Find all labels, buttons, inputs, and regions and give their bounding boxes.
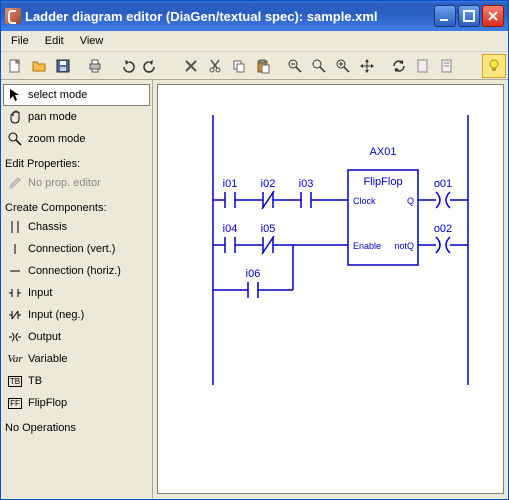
comp-conn-vert-label: Connection (vert.): [28, 243, 115, 255]
comp-conn-horiz-label: Connection (horiz.): [28, 265, 121, 277]
mode-pan[interactable]: pan mode: [3, 106, 150, 128]
o01-label: o01: [434, 178, 452, 190]
zoom-in-button[interactable]: [331, 54, 355, 78]
contact-i01: [215, 191, 245, 209]
no-operations-label: No Operations: [3, 414, 150, 436]
undo-button[interactable]: [115, 54, 139, 78]
comp-variable-label: Variable: [28, 353, 68, 365]
contact-i06: [238, 281, 268, 299]
pencil-icon: [8, 176, 22, 190]
tb-icon: TB: [8, 376, 22, 387]
open-button[interactable]: [27, 54, 51, 78]
port-enable-label: Enable: [353, 241, 381, 251]
refresh-button[interactable]: [387, 54, 411, 78]
doc1-button[interactable]: [411, 54, 435, 78]
comp-output-label: Output: [28, 331, 61, 343]
block-type-label: FlipFlop: [363, 176, 402, 188]
create-components-header: Create Components:: [3, 194, 150, 216]
minimize-button[interactable]: [434, 5, 456, 27]
mode-zoom[interactable]: zoom mode: [3, 128, 150, 150]
comp-output[interactable]: Output: [3, 326, 150, 348]
coil-o02: [430, 236, 456, 254]
chassis-icon: [8, 220, 22, 234]
redo-button[interactable]: [139, 54, 163, 78]
doc2-button[interactable]: [435, 54, 459, 78]
maximize-button[interactable]: [458, 5, 480, 27]
comp-tb-label: TB: [28, 375, 42, 387]
move-button[interactable]: [355, 54, 379, 78]
i05-label: i05: [261, 223, 276, 235]
comp-flipflop[interactable]: FF FlipFlop: [3, 392, 150, 414]
input-icon: [8, 286, 22, 300]
port-clock-label: Clock: [353, 196, 376, 206]
port-notq-label: notQ: [394, 241, 414, 251]
no-prop-label: No prop. editor: [28, 177, 101, 189]
toolbar: [1, 52, 508, 80]
comp-tb[interactable]: TB TB: [3, 370, 150, 392]
contact-i05: [253, 236, 283, 254]
conn-horiz-icon: [8, 264, 22, 278]
mode-select-label: select mode: [28, 89, 87, 101]
menu-view[interactable]: View: [72, 33, 112, 49]
mode-pan-label: pan mode: [28, 111, 77, 123]
coil-o01: [430, 191, 456, 209]
conn-vert-icon: [8, 242, 22, 256]
i04-label: i04: [223, 223, 238, 235]
zoom-reset-button[interactable]: [307, 54, 331, 78]
menu-file[interactable]: File: [3, 33, 37, 49]
mode-zoom-label: zoom mode: [28, 133, 85, 145]
variable-icon: Var: [8, 353, 22, 365]
i03-label: i03: [299, 178, 314, 190]
zoom-out-button[interactable]: [283, 54, 307, 78]
comp-chassis-label: Chassis: [28, 221, 67, 233]
comp-variable[interactable]: Var Variable: [3, 348, 150, 370]
flipflop-icon: FF: [8, 398, 22, 409]
comp-input-neg[interactable]: Input (neg.): [3, 304, 150, 326]
block-name-label: AX01: [370, 146, 397, 158]
close-button[interactable]: [482, 5, 504, 27]
i02-label: i02: [261, 178, 276, 190]
diagram-canvas[interactable]: AX01 FlipFlop Clock Enable Q notQ i01 i0…: [157, 84, 504, 494]
contact-i04: [215, 236, 245, 254]
cut-button[interactable]: [203, 54, 227, 78]
app-icon: [5, 8, 21, 24]
save-button[interactable]: [51, 54, 75, 78]
menu-edit[interactable]: Edit: [37, 33, 72, 49]
i06-label: i06: [246, 268, 261, 280]
new-button[interactable]: [3, 54, 27, 78]
comp-chassis[interactable]: Chassis: [3, 216, 150, 238]
port-q-label: Q: [407, 196, 414, 206]
output-icon: [8, 330, 22, 344]
i01-label: i01: [223, 178, 238, 190]
o02-label: o02: [434, 223, 452, 235]
copy-button[interactable]: [227, 54, 251, 78]
cursor-icon: [8, 88, 22, 102]
sidebar: select mode pan mode zoom mode Edit Prop…: [1, 80, 153, 498]
comp-input-label: Input: [28, 287, 52, 299]
mode-select[interactable]: select mode: [3, 84, 150, 106]
comp-input[interactable]: Input: [3, 282, 150, 304]
comp-conn-vert[interactable]: Connection (vert.): [3, 238, 150, 260]
contact-i03: [291, 191, 321, 209]
input-neg-icon: [8, 308, 22, 322]
ladder-diagram: AX01 FlipFlop Clock Enable Q notQ i01 i0…: [158, 85, 498, 495]
titlebar: Ladder diagram editor (DiaGen/textual sp…: [1, 1, 508, 31]
delete-button[interactable]: [179, 54, 203, 78]
hint-button[interactable]: [482, 54, 506, 78]
contact-i02: [253, 191, 283, 209]
comp-conn-horiz[interactable]: Connection (horiz.): [3, 260, 150, 282]
hand-icon: [8, 110, 22, 124]
magnifier-icon: [8, 132, 22, 146]
comp-input-neg-label: Input (neg.): [28, 309, 84, 321]
window-title: Ladder diagram editor (DiaGen/textual sp…: [25, 9, 434, 24]
paste-button[interactable]: [251, 54, 275, 78]
print-button[interactable]: [83, 54, 107, 78]
edit-props-header: Edit Properties:: [3, 150, 150, 172]
comp-flipflop-label: FlipFlop: [28, 397, 67, 409]
menubar: File Edit View: [1, 31, 508, 52]
no-prop-editor: No prop. editor: [3, 172, 150, 194]
